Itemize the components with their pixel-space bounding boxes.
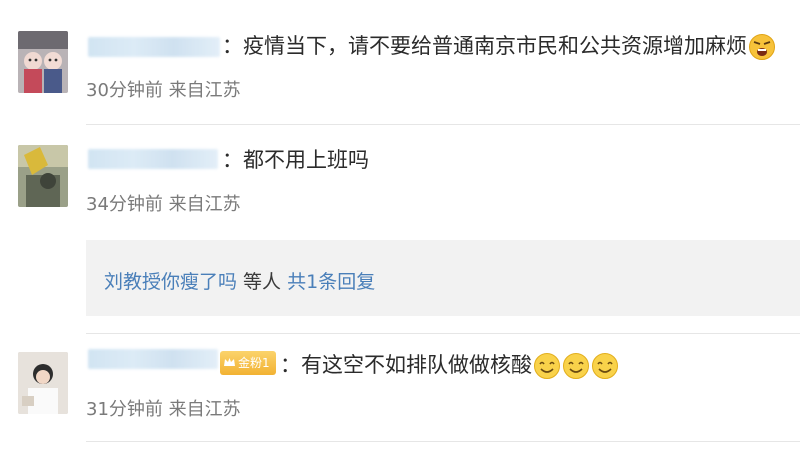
divider — [86, 124, 800, 125]
comment-text-content: ：疫情当下，请不要给普通南京市民和公共资源增加麻烦 — [222, 34, 747, 58]
username-blurred[interactable] — [88, 349, 218, 369]
comment-text-content: ：都不用上班吗 — [222, 148, 369, 172]
divider — [86, 441, 800, 442]
smile-face-icon — [563, 353, 589, 379]
comment-meta: 34分钟前 来自江苏 — [86, 194, 241, 215]
comment-text: ：都不用上班吗 — [222, 147, 369, 173]
avatar[interactable] — [18, 145, 68, 207]
comment-meta: 31分钟前 来自江苏 — [86, 399, 241, 420]
fan-level-label: 金粉1 — [238, 356, 270, 370]
divider — [86, 333, 800, 334]
smile-face-icon — [592, 353, 618, 379]
comment-text-content: ：有这空不如排队做做核酸 — [280, 353, 532, 377]
comment-meta: 30分钟前 来自江苏 — [86, 80, 241, 101]
avatar[interactable] — [18, 352, 68, 414]
comment-text: ：疫情当下，请不要给普通南京市民和公共资源增加麻烦 — [222, 33, 776, 61]
reply-user-link[interactable]: 刘教授你瘦了吗 — [104, 271, 237, 293]
fan-level-badge[interactable]: 金粉1 — [220, 351, 276, 375]
reply-preview[interactable]: 刘教授你瘦了吗 等人 共1条回复 — [86, 240, 800, 316]
comment-text: ：有这空不如排队做做核酸 — [280, 352, 619, 380]
avatar[interactable] — [18, 31, 68, 93]
angry-face-icon — [749, 34, 775, 60]
smile-face-icon — [534, 353, 560, 379]
reply-count-link[interactable]: 共1条回复 — [287, 271, 375, 293]
reply-suffix: 等人 — [237, 271, 288, 293]
username-blurred[interactable] — [88, 37, 220, 57]
username-blurred[interactable] — [88, 149, 218, 169]
crown-icon — [224, 358, 235, 366]
reply-summary: 刘教授你瘦了吗 等人 共1条回复 — [104, 270, 375, 294]
